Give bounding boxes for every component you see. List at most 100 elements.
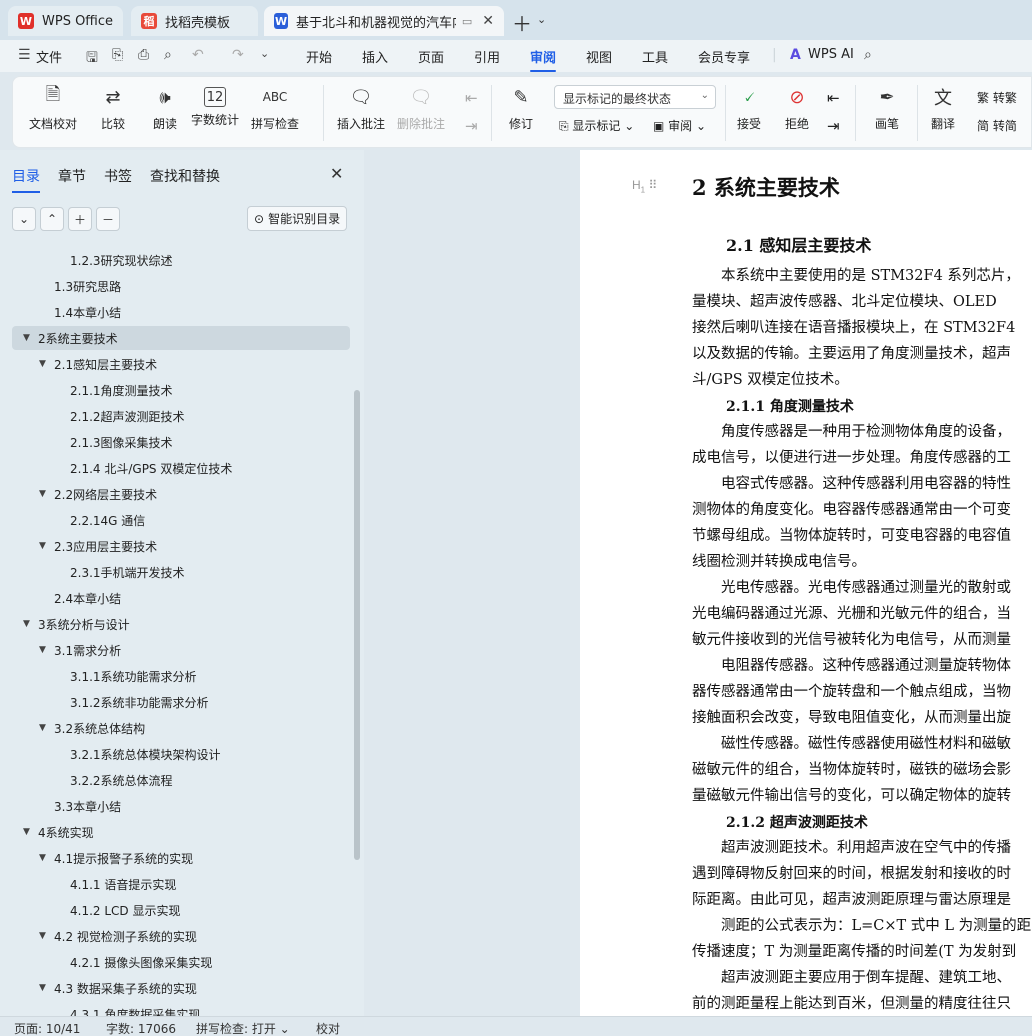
review-pane-button[interactable]: ▣ 审阅 ⌄ xyxy=(653,117,706,134)
delete-comment-button[interactable]: 🗨 删除批注 xyxy=(397,83,445,132)
nav-tab-toc[interactable]: 目录 xyxy=(12,166,40,193)
redo-icon[interactable]: ↷ xyxy=(232,47,244,63)
add-heading-button[interactable]: ＋ xyxy=(68,207,92,231)
menu-file[interactable]: 文件 xyxy=(36,47,62,66)
menu-references[interactable]: 引用 xyxy=(474,47,500,66)
toc-item[interactable]: ▼ 3.1需求分析 xyxy=(12,638,350,662)
close-tab-icon[interactable]: ✕ xyxy=(482,13,494,29)
toc-item[interactable]: 2.3.1手机端开发技术 xyxy=(12,560,350,584)
revise-button[interactable]: ✎ 修订 xyxy=(507,83,535,132)
next-comment-icon[interactable]: ⇥ xyxy=(465,117,478,135)
nav-tab-chapters[interactable]: 章节 xyxy=(58,166,86,186)
toc-item[interactable]: 2.2.14G 通信 xyxy=(12,508,350,532)
menu-review[interactable]: 审阅 xyxy=(530,47,557,72)
expand-arrow-icon[interactable]: ▼ xyxy=(23,619,30,629)
toc-item[interactable]: 1.4本章小结 xyxy=(12,300,350,324)
menu-insert[interactable]: 插入 xyxy=(362,47,388,66)
to-traditional-button[interactable]: 繁 转繁 xyxy=(977,89,1017,106)
menu-tools[interactable]: 工具 xyxy=(642,47,668,66)
tab-wps-office[interactable]: W WPS Office xyxy=(8,6,123,36)
toc-item[interactable]: 4.2.1 摄像头图像采集实现 xyxy=(12,950,350,974)
save-icon[interactable]: 🖫 xyxy=(86,47,98,71)
prev-comment-icon[interactable]: ⇤ xyxy=(465,89,478,107)
expand-arrow-icon[interactable]: ▼ xyxy=(39,853,46,863)
expand-arrow-icon[interactable]: ▼ xyxy=(23,827,30,837)
search-icon[interactable]: ⌕ xyxy=(864,47,872,63)
toc-item[interactable]: 1.2.3研究现状综述 xyxy=(12,248,350,272)
smart-toc-button[interactable]: ⊙ 智能识别目录 xyxy=(247,206,348,231)
doc-proof-button[interactable]: 🗎 文档校对 xyxy=(29,83,77,132)
expand-arrow-icon[interactable]: ▼ xyxy=(39,359,46,369)
menu-home[interactable]: 开始 xyxy=(306,47,332,66)
close-pane-icon[interactable]: ✕ xyxy=(330,164,343,183)
toc-item[interactable]: 3.2.1系统总体模块架构设计 xyxy=(12,742,350,766)
proof-indicator[interactable]: 校对 xyxy=(316,1020,340,1036)
toc-item[interactable]: ▼ 4.3 数据采集子系统的实现 xyxy=(12,976,350,1000)
read-aloud-button[interactable]: 🕪 朗读 xyxy=(151,83,179,132)
nav-tab-find-replace[interactable]: 查找和替换 xyxy=(150,166,220,186)
collapse-up-button[interactable]: ⌃ xyxy=(40,207,64,231)
expand-arrow-icon[interactable]: ▼ xyxy=(39,645,46,655)
menu-page[interactable]: 页面 xyxy=(418,47,444,66)
toc-item[interactable]: ▼ 2系统主要技术 xyxy=(12,326,350,350)
menu-view[interactable]: 视图 xyxy=(586,47,612,66)
toc-item[interactable]: 3.1.1系统功能需求分析 xyxy=(12,664,350,688)
toc-item[interactable]: 2.1.2超声波测距技术 xyxy=(12,404,350,428)
chevron-down-icon[interactable]: ⌄ xyxy=(260,47,269,60)
accept-button[interactable]: 🗸 接受 xyxy=(735,83,763,132)
toc-item[interactable]: 4.1.2 LCD 显示实现 xyxy=(12,898,350,922)
toc-item[interactable]: 4.3.1 角度数据采集实现 xyxy=(12,1002,350,1017)
toc-item[interactable]: ▼ 4系统实现 xyxy=(12,820,350,844)
toc-item[interactable]: 2.4本章小结 xyxy=(12,586,350,610)
toc-item[interactable]: ▼ 3系统分析与设计 xyxy=(12,612,350,636)
new-tab-icon[interactable]: ＋ xyxy=(512,8,532,37)
translate-button[interactable]: 文 翻译 xyxy=(929,83,957,132)
toc-item[interactable]: 1.3研究思路 xyxy=(12,274,350,298)
expand-arrow-icon[interactable]: ▼ xyxy=(39,723,46,733)
next-change-icon[interactable]: ⇥ xyxy=(827,117,840,135)
menu-wps-ai[interactable]: WPS AI xyxy=(808,47,854,62)
print-preview-icon[interactable]: ⌕ xyxy=(164,47,172,63)
toc-item[interactable]: 4.1.1 语音提示实现 xyxy=(12,872,350,896)
expand-arrow-icon[interactable]: ▼ xyxy=(39,931,46,941)
expand-arrow-icon[interactable]: ▼ xyxy=(39,983,46,993)
spell-check-button[interactable]: ABC 拼写检查 xyxy=(251,83,299,132)
toc-item[interactable]: ▼ 3.2系统总体结构 xyxy=(12,716,350,740)
markup-state-select[interactable]: 显示标记的最终状态 ⌄ xyxy=(554,85,716,109)
word-count-button[interactable]: 12 字数统计 xyxy=(191,83,239,128)
toc-item[interactable]: 2.1.4 北斗/GPS 双模定位技术 xyxy=(12,456,350,480)
toc-item[interactable]: 3.2.2系统总体流程 xyxy=(12,768,350,792)
toc-item[interactable]: ▼ 2.2网络层主要技术 xyxy=(12,482,350,506)
tab-document[interactable]: W 基于北斗和机器视觉的汽车内部 ▭ ✕ xyxy=(264,6,504,36)
chevron-down-icon[interactable]: ⌄ xyxy=(537,13,546,26)
window-icon[interactable]: ▭ xyxy=(462,15,472,28)
toc-item[interactable]: 2.1.1角度测量技术 xyxy=(12,378,350,402)
remove-heading-button[interactable]: － xyxy=(96,207,120,231)
insert-comment-button[interactable]: 🗨 插入批注 xyxy=(337,83,385,132)
document-page[interactable]: H1 ⠿ 2 系统主要技术 2.1 感知层主要技术 本系统中主要使用的是 STM… xyxy=(580,150,1032,1016)
heading-marker-icon[interactable]: H1 ⠿ xyxy=(632,178,657,194)
export-icon[interactable]: ⎘ xyxy=(112,47,123,63)
to-simplified-button[interactable]: 简 转简 xyxy=(977,117,1017,134)
compare-button[interactable]: ⇄ 比较 xyxy=(99,83,127,132)
expand-arrow-icon[interactable]: ▼ xyxy=(23,333,30,343)
toc-item[interactable]: ▼ 4.1提示报警子系统的实现 xyxy=(12,846,350,870)
menu-member[interactable]: 会员专享 xyxy=(698,47,750,66)
expand-down-button[interactable]: ⌄ xyxy=(12,207,36,231)
toc-item[interactable]: ▼ 4.2 视觉检测子系统的实现 xyxy=(12,924,350,948)
toc-item[interactable]: ▼ 2.1感知层主要技术 xyxy=(12,352,350,376)
expand-arrow-icon[interactable]: ▼ xyxy=(39,489,46,499)
reject-button[interactable]: ⊘ 拒绝 xyxy=(783,83,811,132)
tab-docer[interactable]: 稻 找稻壳模板 xyxy=(131,6,258,36)
toc-item[interactable]: 2.1.3图像采集技术 xyxy=(12,430,350,454)
toc-item[interactable]: 3.1.2系统非功能需求分析 xyxy=(12,690,350,714)
spell-check-indicator[interactable]: 拼写检查: 打开 ⌄ xyxy=(196,1020,290,1036)
toc-item[interactable]: ▼ 2.3应用层主要技术 xyxy=(12,534,350,558)
prev-change-icon[interactable]: ⇤ xyxy=(827,89,840,107)
toc-item[interactable]: 3.3本章小结 xyxy=(12,794,350,818)
expand-arrow-icon[interactable]: ▼ xyxy=(39,541,46,551)
undo-icon[interactable]: ↶ xyxy=(192,47,204,63)
nav-tab-bookmarks[interactable]: 书签 xyxy=(104,166,132,186)
hamburger-icon[interactable]: ☰ xyxy=(18,47,31,63)
print-icon[interactable]: ⎙ xyxy=(138,47,149,63)
